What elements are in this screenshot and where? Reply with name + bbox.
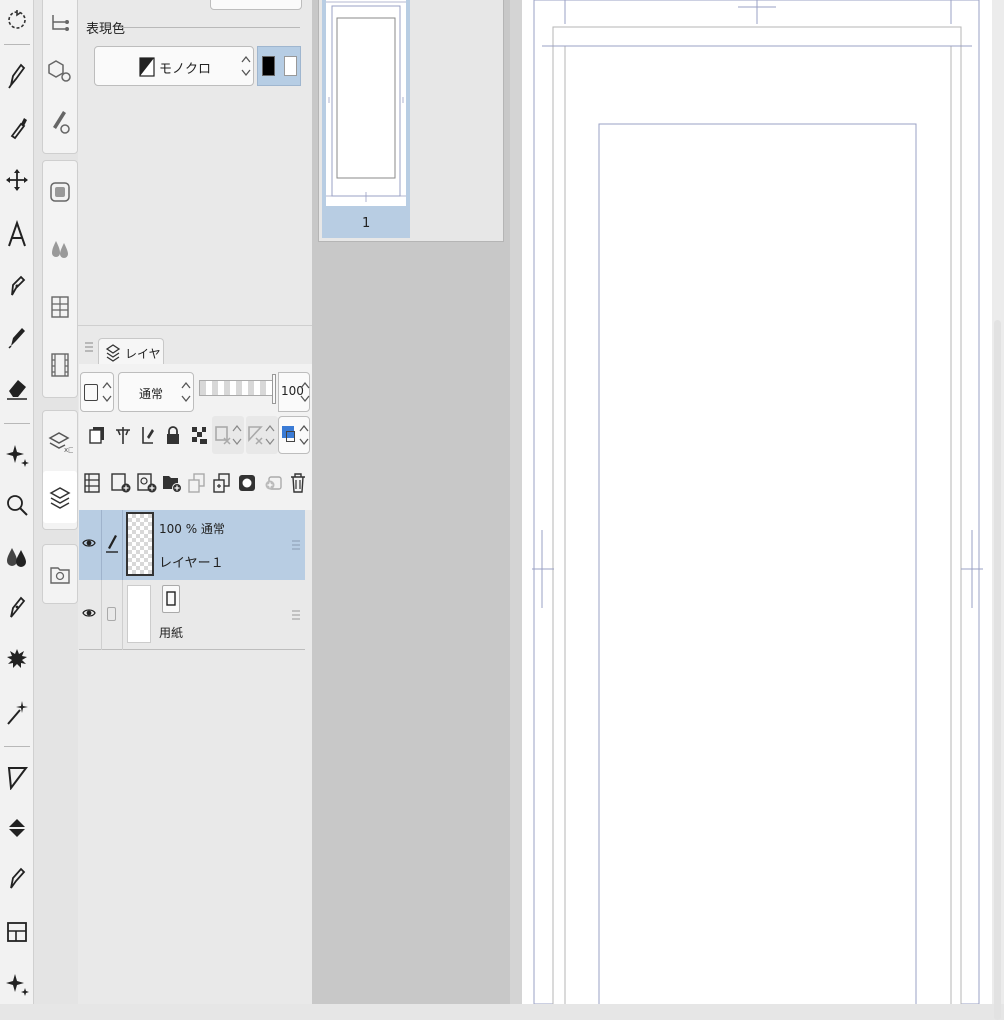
apply-mask-icon[interactable] [262,472,284,494]
marker-icon[interactable] [2,316,32,356]
fill-bucket-icon[interactable] [2,808,32,848]
3d-object-settings-icon[interactable] [43,45,77,97]
brush-settings-icon[interactable] [43,95,77,147]
eye-icon[interactable] [82,606,96,620]
subgroup-layers: x□ [42,410,78,530]
rotate-view-icon[interactable] [2,0,32,40]
canvas-area[interactable] [510,0,1004,1004]
svg-text:x□: x□ [64,446,73,454]
expression-color-select[interactable]: モノクロ [94,46,254,86]
create-layer-mask-icon[interactable] [236,472,258,494]
sparkle-small-icon[interactable] [2,963,32,1003]
sub-tool-tree-icon[interactable] [43,0,77,49]
blend-mode-select[interactable]: 通常 [118,372,194,412]
opacity-slider[interactable] [199,380,273,396]
drag-handle-icon[interactable] [291,538,301,552]
color-mixing-icon[interactable] [43,224,77,276]
ruler-toggle[interactable] [246,416,278,454]
tab-layer[interactable]: レイヤー [98,338,164,378]
pen-nib-icon[interactable] [2,265,32,305]
move-icon[interactable] [2,160,32,200]
sparkle-icon[interactable] [2,434,32,474]
new-vector-layer-icon[interactable] [136,472,158,494]
expression-color-value: モノクロ [159,62,212,77]
panel-grip-icon[interactable] [84,340,94,354]
monochrome-icon [139,57,155,77]
stepper-arrows-icon [102,379,112,405]
subgroup-material [42,544,78,604]
stepper-arrows-icon [299,422,309,448]
delete-layer-icon[interactable] [287,472,309,494]
layer-stack-icon [105,343,121,363]
paper-layer-icon [162,585,180,613]
eyedropper-icon[interactable] [2,107,32,147]
lock-transparent-pixels-icon[interactable] [188,424,210,446]
color-set-icon[interactable] [43,281,77,333]
stepper-arrows-icon [300,379,310,405]
combine-with-layer-below-icon[interactable] [211,472,233,494]
paper-layer-name: 用紙 [159,626,184,640]
page-number: 1 [362,216,371,231]
eraser-icon[interactable] [2,368,32,408]
layer-row-1[interactable]: 100 % 通常 レイヤー１ [79,510,305,580]
layer-color-select[interactable] [80,372,114,412]
section-divider [120,27,300,28]
panel-icon-bar: x□ [34,0,78,1004]
material-icon[interactable] [43,548,77,600]
transfer-to-lower-layer-icon[interactable] [186,472,208,494]
layer-property-icon[interactable] [43,166,77,218]
figure-pen-icon[interactable] [2,858,32,898]
decoration-icon[interactable] [2,640,32,680]
animation-timeline-icon[interactable] [43,339,77,391]
opacity-slider-handle[interactable] [272,374,276,404]
subgroup-middle [42,160,78,398]
stepper-arrows-icon [241,53,251,79]
main-color-swatch[interactable] [262,56,275,76]
blend-mode-value: 通常 [139,387,164,401]
editing-pen-icon [105,532,119,554]
layer-panel-icon[interactable] [43,471,77,523]
reference-layer-icon[interactable] [112,424,134,446]
drag-handle-icon[interactable] [291,608,301,622]
scrollbar-thumb[interactable] [994,320,1001,1020]
page-thumbnail-1[interactable]: 1 [322,0,410,238]
blend-drops-icon[interactable] [2,537,32,577]
g-pen-icon[interactable] [2,587,32,627]
layer-opacity-mode: 100 % 通常 [159,522,225,536]
tool-bar [0,0,34,1004]
frame-border-icon[interactable] [2,912,32,952]
paper-thumbnail [127,585,151,643]
opacity-stepper[interactable]: 100 [278,372,310,412]
layer-color-toggle[interactable] [278,416,310,454]
subgroup-top [42,0,78,154]
clip-lower-layer-icon[interactable] [86,424,108,446]
zoom-icon[interactable] [2,485,32,525]
drawing-color-pair[interactable] [257,46,301,86]
property-top-control[interactable] [210,0,302,10]
lock-layer-icon[interactable] [162,424,184,446]
layer-row-paper[interactable]: 用紙 [79,580,305,650]
text-tool-icon[interactable] [2,214,32,254]
show-list-icon[interactable] [81,472,103,494]
stepper-arrows-icon [181,379,191,405]
pen-tool-icon[interactable] [2,55,32,95]
eye-icon[interactable] [82,536,96,550]
edit-target-checkbox[interactable] [107,607,116,621]
sub-color-swatch[interactable] [284,56,297,76]
draft-layer-icon[interactable] [137,424,159,446]
new-folder-icon[interactable] [161,472,183,494]
ruler-icon[interactable] [2,757,32,797]
layer-thumbnail [126,512,154,576]
layer-search-icon[interactable]: x□ [43,415,77,467]
new-raster-layer-icon[interactable] [110,472,132,494]
layer-name: レイヤー１ [159,556,224,571]
mask-toggle[interactable] [212,416,244,454]
auto-select-wand-icon[interactable] [2,692,32,732]
